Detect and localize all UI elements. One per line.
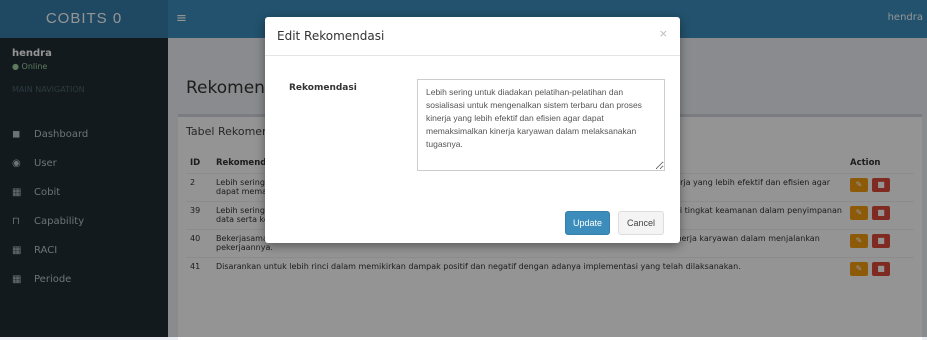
update-button[interactable]: Update	[565, 211, 610, 235]
modal-header: Edit Rekomendasi ×	[265, 17, 680, 56]
edit-rekomendasi-modal: Edit Rekomendasi × Rekomendasi Lebih ser…	[265, 17, 680, 243]
modal-footer: Update Cancel	[265, 193, 680, 243]
close-icon[interactable]: ×	[659, 27, 668, 40]
rekomendasi-textarea[interactable]: Lebih sering untuk diadakan pelatihan-pe…	[417, 79, 665, 171]
modal-title: Edit Rekomendasi	[277, 29, 385, 43]
cancel-button[interactable]: Cancel	[618, 211, 664, 235]
rekomendasi-label: Rekomendasi	[289, 83, 357, 93]
